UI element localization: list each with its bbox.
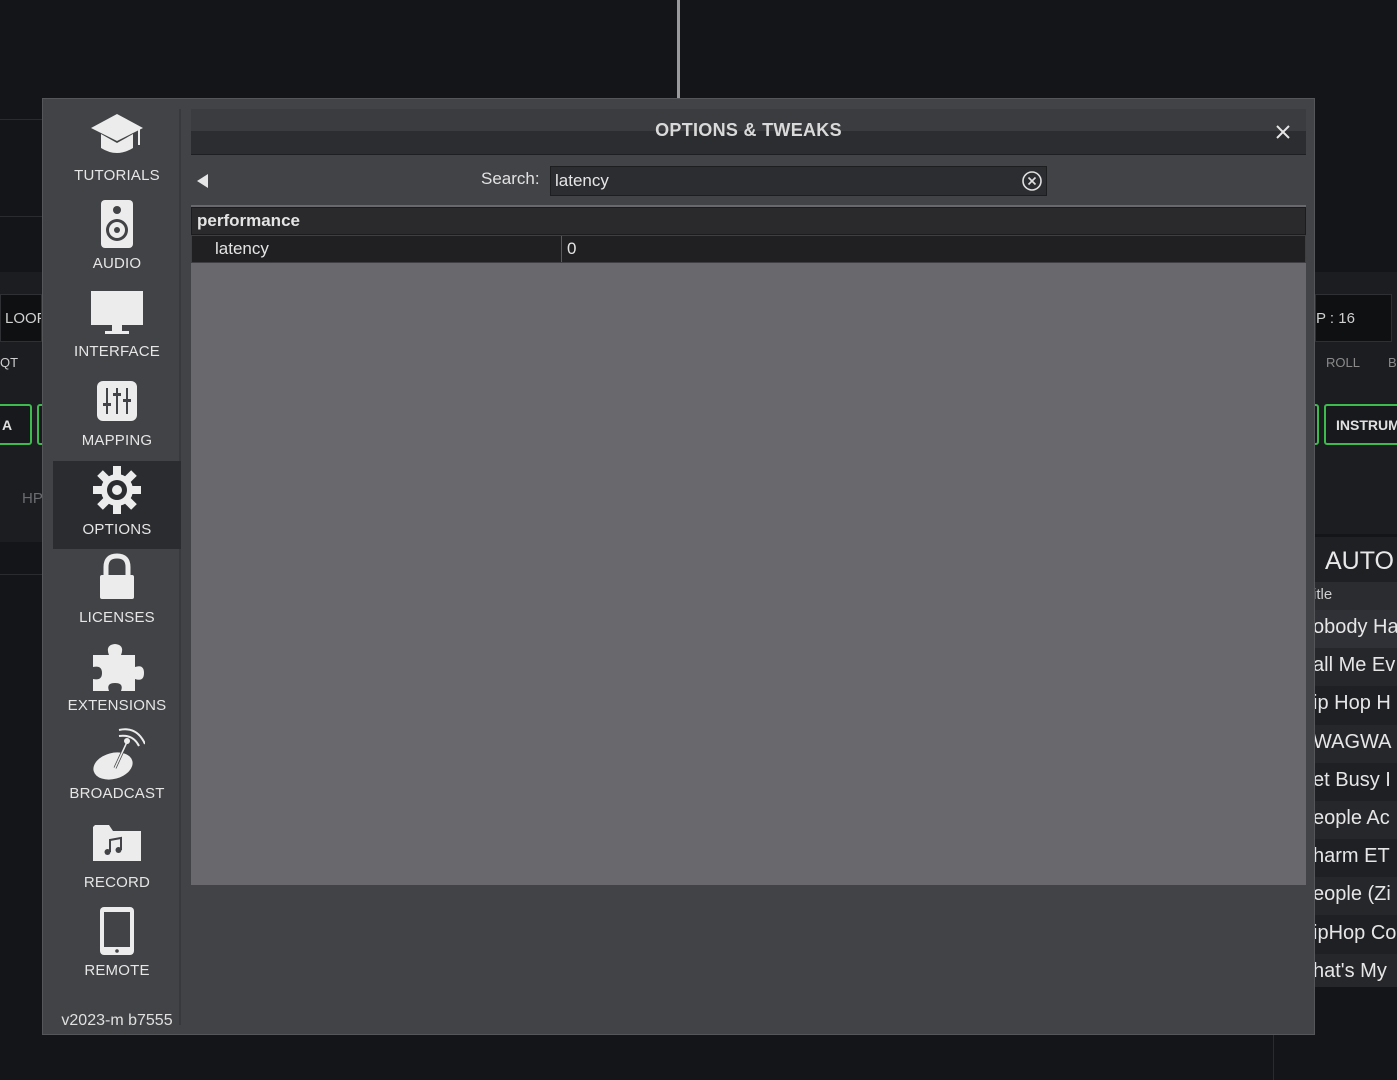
crossfader-line [677, 0, 680, 98]
setting-value[interactable]: 0 [567, 239, 576, 259]
version-label: v2023-m b7555 [61, 1012, 173, 1029]
browser-track-row[interactable]: eople Ac [1313, 801, 1397, 839]
roll-label: ROLL [1326, 355, 1360, 370]
dialog-title: OPTIONS & TWEAKS [655, 120, 842, 140]
monitor-icon [87, 283, 147, 341]
loop-label: LOOP [5, 309, 41, 327]
sidebar-item-label: TUTORIALS [74, 167, 160, 184]
divider [0, 574, 42, 575]
divider [0, 216, 42, 217]
search-label: Search: [481, 169, 540, 188]
divider [1273, 1035, 1274, 1080]
sidebar-item-label: INTERFACE [74, 343, 160, 360]
setting-row-latency[interactable]: latency 0 [191, 235, 1306, 263]
right-loop-display[interactable]: P : 16 [1315, 294, 1392, 342]
sidebar-item-tutorials[interactable]: TUTORIALS [53, 107, 181, 195]
sidebar-item-label: LICENSES [79, 609, 155, 626]
sidebar-item-label: BROADCAST [69, 785, 165, 802]
column-header-title[interactable]: itle [1313, 582, 1397, 610]
pad-label: A [2, 416, 13, 433]
options-panel: OPTIONS & TWEAKS Search: performance [191, 109, 1306, 1027]
sidebar-item-audio[interactable]: AUDIO [53, 195, 181, 283]
sidebar-item-label: AUDIO [92, 255, 142, 272]
browser-track-row[interactable]: WAGWA [1313, 724, 1397, 763]
instruments-pad-button[interactable]: INSTRUM [1324, 404, 1397, 445]
close-icon[interactable] [1272, 121, 1294, 143]
satellite-dish-icon [87, 725, 147, 783]
search-input[interactable] [555, 170, 1015, 192]
sidebar-item-extensions[interactable]: EXTENSIONS [53, 637, 181, 725]
browser-track-row[interactable]: eople (Zi [1313, 877, 1397, 916]
pad-label: INSTRUM [1336, 416, 1397, 433]
sidebar-item-interface[interactable]: INTERFACE [53, 283, 181, 371]
group-label: performance [197, 211, 300, 230]
left-loop-display[interactable]: LOOP [0, 294, 42, 342]
sidebar-item-label: MAPPING [81, 432, 153, 449]
browser-track-row[interactable]: obody Ha [1313, 610, 1397, 648]
automix-browser: AUTO itle obody Ha all Me Ev ip Hop H WAGWA… [1313, 537, 1397, 987]
settings-dialog: TUTORIALS AUDIO INTERFACE MAPPING OPTION… [42, 98, 1315, 1035]
browser-track-row[interactable]: harm ET [1313, 839, 1397, 877]
back-arrow-icon[interactable] [196, 173, 210, 189]
divider [0, 119, 42, 120]
hp-label: HP [22, 490, 43, 507]
browser-title: AUTO [1325, 547, 1394, 575]
browser-track-row[interactable]: hat's My [1313, 953, 1397, 987]
speaker-icon [87, 195, 147, 253]
sidebar-item-options[interactable]: OPTIONS [53, 461, 181, 549]
setting-name: latency [215, 239, 269, 258]
gear-icon [87, 461, 147, 519]
left-pad-button[interactable]: A [0, 404, 32, 445]
browser-track-row[interactable]: ipHop Co [1313, 916, 1397, 954]
sidebar-item-broadcast[interactable]: BROADCAST [53, 725, 181, 813]
settings-sidebar: TUTORIALS AUDIO INTERFACE MAPPING OPTION… [53, 107, 181, 1029]
music-folder-icon [87, 814, 147, 872]
browser-track-row[interactable]: all Me Ev [1313, 648, 1397, 687]
loop-size-label: P : 16 [1316, 309, 1355, 327]
tablet-icon [87, 902, 147, 960]
sidebar-item-mapping[interactable]: MAPPING [53, 372, 181, 460]
search-field[interactable] [550, 166, 1047, 196]
group-header[interactable]: performance [191, 207, 1306, 235]
column-divider [561, 236, 562, 262]
graduation-cap-icon [87, 107, 147, 165]
sidebar-item-licenses[interactable]: LICENSES [53, 549, 181, 637]
sidebar-item-label: OPTIONS [82, 521, 152, 538]
options-results-table: performance latency 0 [191, 205, 1306, 885]
lock-icon [87, 549, 147, 607]
dialog-title-bar: OPTIONS & TWEAKS [191, 109, 1306, 155]
qt-label: QT [0, 355, 19, 370]
clear-search-icon[interactable] [1021, 170, 1043, 192]
sliders-icon [87, 372, 147, 430]
browser-track-row[interactable]: et Busy I [1313, 763, 1397, 801]
sidebar-item-label: REMOTE [84, 962, 150, 979]
sidebar-item-remote[interactable]: REMOTE [53, 902, 181, 990]
browser-track-row[interactable]: ip Hop H [1313, 686, 1397, 724]
puzzle-icon [87, 637, 147, 695]
sidebar-item-record[interactable]: RECORD [53, 814, 181, 902]
b-label: B [1388, 355, 1397, 370]
sidebar-item-label: EXTENSIONS [67, 697, 167, 714]
sidebar-item-label: RECORD [83, 874, 151, 891]
